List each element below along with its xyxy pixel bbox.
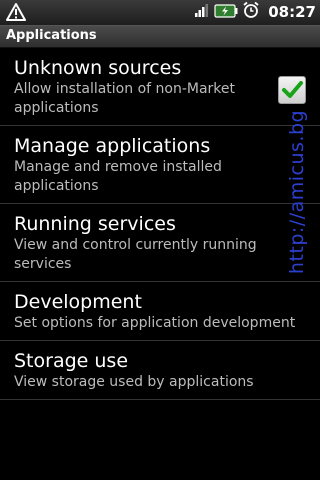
list-item-subtitle: View storage used by applications	[14, 374, 254, 390]
list-item-manage-applications[interactable]: Manage applications Manage and remove in…	[0, 126, 320, 204]
warning-icon	[6, 2, 26, 26]
list-item-title: Storage use	[14, 350, 129, 372]
list-item-subtitle: Allow installation of non-Market applica…	[14, 81, 236, 116]
list-item-title: Unknown sources	[14, 57, 182, 79]
list-item-subtitle: View and control currently running servi…	[14, 237, 257, 272]
page-title: Applications	[6, 28, 97, 43]
list-item-development[interactable]: Development Set options for application …	[0, 282, 320, 341]
battery-icon	[214, 3, 238, 22]
list-item-title: Development	[14, 291, 142, 313]
title-bar: Applications	[0, 26, 320, 48]
list-item-title: Manage applications	[14, 135, 211, 157]
list-item-subtitle: Set options for application development	[14, 315, 296, 331]
signal-icon	[194, 2, 210, 22]
clock: 08:27	[268, 3, 316, 21]
check-icon	[282, 81, 303, 98]
alarm-icon	[242, 1, 260, 23]
list-item-running-services[interactable]: Running services View and control curren…	[0, 204, 320, 282]
unknown-sources-checkbox[interactable]	[278, 76, 306, 104]
list-item-storage-use[interactable]: Storage use View storage used by applica…	[0, 341, 320, 400]
status-bar: 08:27	[0, 0, 320, 26]
list-item-title: Running services	[14, 213, 176, 235]
watermark-text: http://amicus.bg	[286, 109, 308, 275]
watermark: http://amicus.bg	[282, 109, 312, 275]
settings-list: Unknown sources Allow installation of no…	[0, 48, 320, 400]
list-item-subtitle: Manage and remove installed applications	[14, 159, 222, 194]
list-item-unknown-sources[interactable]: Unknown sources Allow installation of no…	[0, 48, 320, 126]
